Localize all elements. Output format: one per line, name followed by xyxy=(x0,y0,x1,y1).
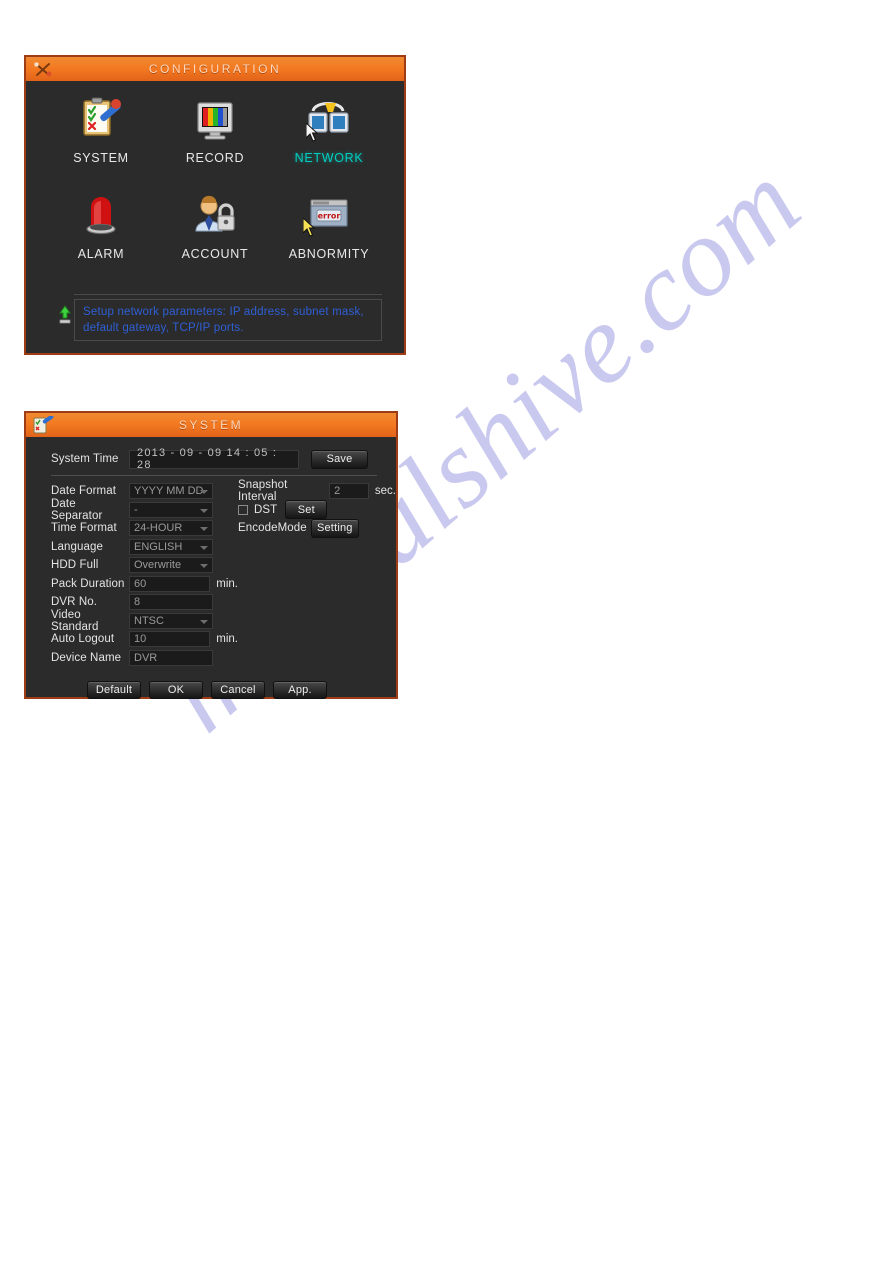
field-row-device-name: Device Name DVR xyxy=(26,649,238,668)
dst-set-button[interactable]: Set xyxy=(285,500,328,520)
menu-item-record[interactable]: RECORD xyxy=(158,95,272,191)
menu-item-abnormity[interactable]: error ABNORMITY xyxy=(272,191,386,287)
field-row-video-standard: Video Standard NTSC xyxy=(26,608,238,633)
tools-icon xyxy=(32,60,54,78)
field-label: Video Standard xyxy=(51,608,99,633)
system-form: Date Format YYYY MM DD Date Separator - … xyxy=(26,479,396,667)
menu-item-label: RECORD xyxy=(185,151,245,165)
video-standard-select[interactable]: NTSC xyxy=(129,612,213,629)
field-label: Device Name xyxy=(51,651,122,664)
network-computers-icon xyxy=(303,95,355,145)
tip-line-1: Setup network parameters: IP address, su… xyxy=(83,306,364,318)
section-divider xyxy=(51,475,377,476)
menu-item-label: ABNORMITY xyxy=(288,247,370,261)
field-label: Pack Duration xyxy=(51,577,125,590)
pack-duration-input[interactable]: 60 xyxy=(129,575,211,592)
menu-item-account[interactable]: ACCOUNT xyxy=(158,191,272,287)
date-separator-select[interactable]: - xyxy=(129,501,213,518)
auto-logout-input[interactable]: 10 xyxy=(129,631,211,648)
field-unit: min. xyxy=(216,633,238,646)
system-body: System Time 2013 - 09 - 09 14 : 05 : 28 … xyxy=(26,437,396,707)
field-label: Auto Logout xyxy=(51,633,115,646)
configuration-window: CONFIGURATION SYSTEM RECORD NETWORK ALAR… xyxy=(24,55,406,355)
snapshot-interval-unit: sec. xyxy=(374,485,396,498)
dst-row: DST Set xyxy=(238,500,396,520)
tip-line-2: default gateway, TCP/IP ports. xyxy=(83,322,244,334)
field-unit: min. xyxy=(216,577,238,590)
encode-setting-button[interactable]: Setting xyxy=(310,518,359,538)
device-name-input[interactable]: DVR xyxy=(129,649,213,666)
menu-item-system[interactable]: SYSTEM xyxy=(44,95,158,191)
configuration-body: SYSTEM RECORD NETWORK ALARM ACCOUNT erro… xyxy=(26,81,404,353)
system-button-bar: Default OK Cancel App. xyxy=(26,681,396,699)
dst-checkbox[interactable] xyxy=(238,504,248,515)
snapshot-interval-input[interactable]: 2 xyxy=(329,483,369,500)
configuration-title-bar: CONFIGURATION xyxy=(26,57,404,81)
menu-item-alarm[interactable]: ALARM xyxy=(44,191,158,287)
hdd-full-select[interactable]: Overwrite xyxy=(129,557,213,574)
error-dialog-icon: error xyxy=(303,191,355,241)
clipboard-pencil-icon xyxy=(32,414,54,434)
configuration-menu-grid: SYSTEM RECORD NETWORK ALARM ACCOUNT erro… xyxy=(26,81,404,287)
field-label: Date Format xyxy=(51,485,117,498)
time-format-select[interactable]: 24-HOUR xyxy=(129,520,213,537)
language-select[interactable]: ENGLISH xyxy=(129,538,213,555)
snapshot-interval-row: Snapshot Interval 2 sec. xyxy=(238,479,396,503)
monitor-colorbars-icon xyxy=(189,95,241,145)
field-row-hdd-full: HDD Full Overwrite xyxy=(26,556,238,575)
cancel-button[interactable]: Cancel xyxy=(211,681,265,699)
field-label: Date Separator xyxy=(51,497,103,522)
date-format-select[interactable]: YYYY MM DD xyxy=(129,483,213,500)
dvr-no-input[interactable]: 8 xyxy=(129,594,213,611)
ok-button[interactable]: OK xyxy=(149,681,203,699)
field-label: HDD Full xyxy=(51,559,99,572)
menu-item-label: ALARM xyxy=(77,247,125,261)
system-time-label: System Time xyxy=(51,453,119,465)
system-title: SYSTEM xyxy=(178,418,244,432)
encode-mode-row: EncodeMode Setting xyxy=(238,518,396,538)
system-time-row: System Time 2013 - 09 - 09 14 : 05 : 28 … xyxy=(26,447,396,471)
default-button[interactable]: Default xyxy=(87,681,141,699)
field-label: Time Format xyxy=(51,522,117,535)
menu-item-network[interactable]: NETWORK xyxy=(272,95,386,191)
field-label: DVR No. xyxy=(51,596,98,609)
encode-mode-label: EncodeMode xyxy=(238,522,307,535)
user-padlock-icon xyxy=(189,191,241,241)
field-row-date-separator: Date Separator - xyxy=(26,497,238,522)
system-form-left-column: Date Format YYYY MM DD Date Separator - … xyxy=(26,482,238,667)
system-time-input[interactable]: 2013 - 09 - 09 14 : 05 : 28 xyxy=(129,447,299,471)
field-row-auto-logout: Auto Logout 10 min. xyxy=(26,630,238,649)
system-window: SYSTEM System Time 2013 - 09 - 09 14 : 0… xyxy=(24,411,398,699)
apply-button[interactable]: App. xyxy=(273,681,327,699)
clipboard-checklist-icon xyxy=(75,95,127,145)
system-title-bar: SYSTEM xyxy=(26,413,396,437)
svg-text:error: error xyxy=(318,212,341,221)
menu-item-label: NETWORK xyxy=(294,151,364,165)
menu-item-label: ACCOUNT xyxy=(181,247,249,261)
lightbulb-tip-icon xyxy=(57,305,73,325)
configuration-title: CONFIGURATION xyxy=(148,62,282,76)
field-row-pack-duration: Pack Duration 60 min. xyxy=(26,575,238,594)
tip-box: Setup network parameters: IP address, su… xyxy=(74,299,382,341)
system-form-right-column: Snapshot Interval 2 sec. DST Set EncodeM… xyxy=(238,479,396,667)
dst-label: DST xyxy=(254,503,278,516)
save-button[interactable]: Save xyxy=(311,449,368,469)
field-row-time-format: Time Format 24-HOUR xyxy=(26,519,238,538)
field-label: Language xyxy=(51,540,103,553)
tip-divider xyxy=(74,294,382,295)
siren-icon xyxy=(75,191,127,241)
menu-item-label: SYSTEM xyxy=(73,151,129,165)
field-row-language: Language ENGLISH xyxy=(26,538,238,557)
